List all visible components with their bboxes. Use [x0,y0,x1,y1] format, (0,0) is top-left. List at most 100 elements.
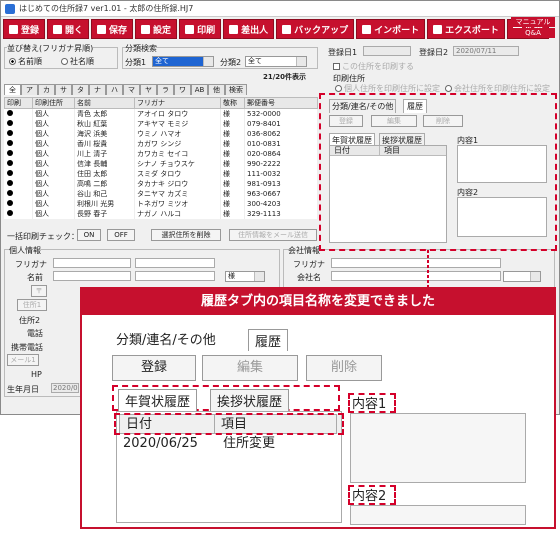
table-row[interactable]: 個人 高鳴 二郎 タカナキ ジロウ様 981-0913 [4,179,318,189]
print-check-cell[interactable] [4,129,33,139]
backup-icon [282,24,292,34]
reg-date1-field[interactable] [363,46,411,56]
company-name-field[interactable] [331,271,501,281]
history-list[interactable]: 日付 項目 2020/06/25 住所変更 [114,411,344,523]
kana-tab[interactable]: カ [38,84,55,95]
settings-button[interactable]: 設定 [135,19,178,39]
kana-tab[interactable]: ヤ [140,84,157,95]
history-row[interactable]: 2020/06/25 住所変更 [117,434,341,454]
category2-select[interactable]: 全て [245,56,307,67]
sort-by-name-radio[interactable]: 名前順 [9,56,42,67]
table-row[interactable]: 個人 長野 春子 ナガノ ハルコ様 329-1113 [4,209,318,219]
print-check-cell[interactable] [4,149,33,159]
content1-field[interactable] [350,413,526,483]
col-header-zip[interactable]: 郵便番号 [244,97,318,109]
table-row[interactable]: 個人 川上 清子 カワカミ セイコ様 020-0864 [4,149,318,159]
checkbox-icon [333,63,340,70]
manual-button[interactable]: マニュアル [511,17,555,27]
kana-tab[interactable]: ア [21,84,38,95]
sender-button[interactable]: 差出人 [223,19,275,39]
save-button[interactable]: 保存 [91,19,134,39]
backup-button[interactable]: バックアップ [276,19,355,39]
table-row[interactable]: 個人 海沢 浜美 ウミノ ハマオ様 036-8062 [4,129,318,139]
content2-label: 内容2 [352,489,387,504]
table-cell: 個人 [32,179,75,189]
print-check-cell[interactable] [4,159,33,169]
personal-furigana-field[interactable] [53,258,131,268]
table-row[interactable]: 個人 住田 太郎 スミダ タロウ様 111-0032 [4,169,318,179]
bulk-on-button[interactable]: ON [77,229,101,241]
personal-furigana-field-2[interactable] [135,258,215,268]
print-check-cell[interactable] [4,139,33,149]
kana-tab[interactable]: ハ [106,84,123,95]
table-cell: 個人 [32,159,75,169]
print-check-cell[interactable] [4,119,33,129]
personal-name-field-2[interactable] [135,271,215,281]
open-button[interactable]: 開く [47,19,90,39]
table-row[interactable]: 個人 青色 太郎 アオイロ タロウ様 532-0000 [4,108,318,119]
subtab-newyear[interactable]: 年賀状履歴 [118,389,198,411]
reg-date2-label: 登録日2 [419,48,449,57]
kana-tab[interactable]: マ [123,84,140,95]
personal-name-field[interactable] [53,271,131,281]
kana-tab[interactable]: 他 [208,84,225,95]
col-header-name[interactable]: 名前 [74,97,135,109]
import-button[interactable]: インポート [356,19,426,39]
qa-button[interactable]: Q&A [511,28,555,38]
history-edit-button[interactable]: 編集 [202,355,298,381]
kana-tab[interactable]: ワ [174,84,191,95]
kana-tab[interactable]: タ [72,84,89,95]
kana-tab[interactable]: 検索 [225,84,247,95]
kana-tab[interactable]: ナ [89,84,106,95]
print-check-cell[interactable] [4,169,33,179]
kana-tab[interactable]: AB [191,84,208,95]
sort-by-company-radio[interactable]: 社名順 [61,56,94,67]
birthday-field[interactable]: 2020/0 [51,383,79,393]
table-row[interactable]: 個人 香川 桜貴 カガワ シンジ様 010-0831 [4,139,318,149]
col-header-print-address[interactable]: 印刷住所 [32,97,75,109]
col-header-print[interactable]: 印刷 [4,97,33,109]
print-mark-icon [6,120,13,126]
company-furigana-field[interactable] [331,258,501,268]
mail-address-button[interactable]: 住所情報をメール送信 [229,229,317,241]
table-cell: 111-0032 [244,169,318,179]
print-check-cell[interactable] [4,209,33,219]
reg-date2-field[interactable]: 2020/07/11 [453,46,519,56]
col-header-honorific[interactable]: 敬称 [220,97,245,109]
print-check-cell[interactable] [4,108,33,119]
print-this-checkbox[interactable]: この住所を印刷する [333,61,414,72]
kana-tab[interactable]: ラ [157,84,174,95]
tab-history[interactable]: 履歴 [248,329,289,351]
table-row[interactable]: 個人 信津 長輔 シナノ チョウスケ様 990-2222 [4,159,318,169]
export-button[interactable]: エクスポート [427,19,505,39]
register-button[interactable]: 登録 [3,19,46,39]
honorific-select[interactable]: 様 [225,271,265,282]
content2-field[interactable] [350,505,526,525]
tab-category[interactable]: 分類/連名/その他 [116,329,216,348]
delete-selected-button[interactable]: 選択住所を削除 [151,229,221,241]
mail1-button[interactable]: メール1 [7,354,39,366]
print-check-cell[interactable] [4,199,33,209]
table-cell: 様 [220,139,245,149]
print-check-cell[interactable] [4,179,33,189]
address1-button[interactable]: 住所1 [17,299,47,311]
table-row[interactable]: 個人 谷山 和己 タニヤマ カズミ様 963-0667 [4,189,318,199]
table-cell: タカナキ ジロウ [134,179,221,189]
history-register-button[interactable]: 登録 [112,355,196,381]
category1-select[interactable]: 全て [152,56,214,67]
table-row[interactable]: 個人 利根川 光男 トネガワ ミツオ様 300-4203 [4,199,318,209]
print-button[interactable]: 印刷 [179,19,222,39]
col-header-furigana[interactable]: フリガナ [134,97,221,109]
subtab-greeting[interactable]: 挨拶状履歴 [210,389,290,411]
zip-button[interactable]: 〒 [31,285,47,297]
print-check-cell[interactable] [4,189,33,199]
kana-tab[interactable]: サ [55,84,72,95]
history-delete-button[interactable]: 削除 [306,355,382,381]
kana-tab[interactable]: 全 [4,84,21,95]
radio-selected-icon [9,58,16,65]
bulk-off-button[interactable]: OFF [107,229,135,241]
window-title: はじめての住所録7 ver1.01 - 太郎の住所録.HJ7 [19,4,194,13]
company-honorific-select[interactable] [503,271,541,282]
print-mark-icon [6,140,13,146]
table-row[interactable]: 個人 秋山 紅葉 アキヤマ モミジ様 079-8401 [4,119,318,129]
